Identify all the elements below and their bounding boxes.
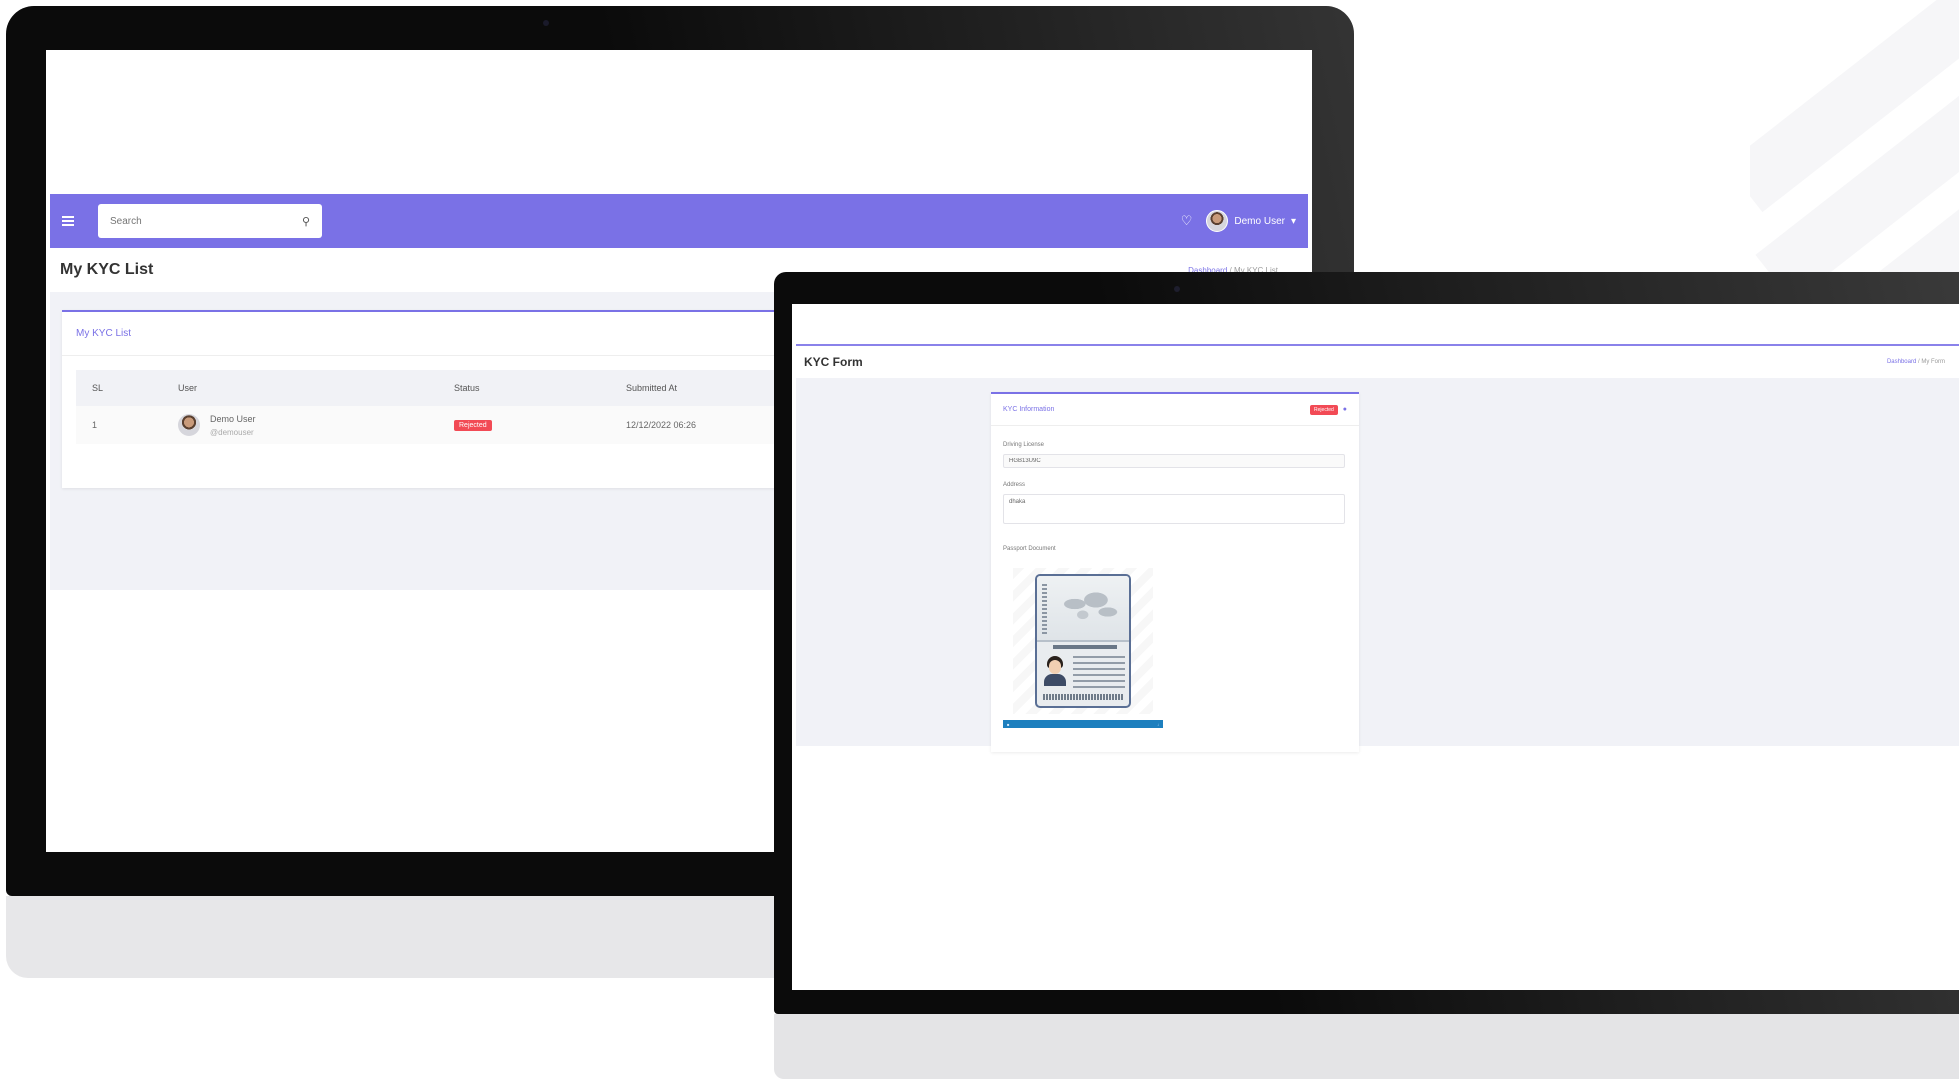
laptop-base	[774, 1014, 1959, 1079]
card-title: KYC Information	[1003, 406, 1055, 413]
row-user: Demo User @demouser	[178, 414, 454, 437]
bell-icon[interactable]: ♡	[1181, 213, 1193, 229]
navbar-right: ♡ Demo User ▾	[1181, 210, 1296, 232]
avatar	[178, 414, 200, 436]
laptop-screen: KYC Form Dashboard / My Form KYC Informa…	[792, 304, 1959, 990]
chevron-down-icon: ▾	[1290, 215, 1296, 227]
breadcrumb-dashboard[interactable]: Dashboard	[1887, 359, 1916, 365]
column-header-status: Status	[454, 383, 480, 393]
driving-license-label: Driving License	[1003, 442, 1045, 448]
column-header-user: User	[178, 383, 198, 393]
file-download-bar[interactable]: ■ ↓	[1003, 720, 1163, 728]
page-header: KYC Form Dashboard / My Form	[792, 346, 1959, 378]
menu-icon[interactable]	[62, 216, 74, 226]
row-user-handle: @demouser	[210, 427, 254, 437]
kyc-form-card: KYC Information Rejected ● Driving Licen…	[991, 392, 1359, 752]
download-icon: ↓	[1157, 721, 1159, 727]
card-tools: Rejected ●	[1310, 404, 1347, 415]
search-box: ⚲	[98, 204, 322, 238]
breadcrumb-current: My Form	[1921, 359, 1945, 365]
user-name: Demo User	[1234, 215, 1285, 227]
avatar	[1206, 210, 1229, 232]
user-menu[interactable]: Demo User ▾	[1206, 210, 1296, 232]
passport-photo-icon	[1043, 656, 1067, 686]
file-icon: ■	[1007, 721, 1010, 727]
row-sl: 1	[92, 420, 98, 430]
content-area: KYC Information Rejected ● Driving Licen…	[796, 378, 1959, 752]
status-badge: Rejected	[454, 420, 492, 431]
column-header-sl: SL	[92, 383, 104, 393]
passport-label: Passport Document	[1003, 546, 1056, 552]
row-user-name: Demo User	[210, 413, 256, 424]
search-icon[interactable]: ⚲	[302, 215, 310, 228]
search-input[interactable]	[110, 215, 270, 227]
page-title: KYC Form	[804, 355, 863, 369]
address-label: Address	[1003, 482, 1026, 488]
camera-icon	[543, 20, 549, 26]
row-status: Rejected	[454, 419, 626, 431]
world-map-icon	[1055, 586, 1121, 626]
driving-license-field[interactable]	[1003, 454, 1345, 468]
card-header: KYC Information Rejected ●	[991, 394, 1359, 426]
breadcrumb: Dashboard / My Form	[1887, 359, 1945, 365]
top-navbar: ⚲ ♡ Demo User ▾	[50, 194, 1308, 248]
status-badge: Rejected	[1310, 404, 1338, 415]
laptop: KYC Form Dashboard / My Form KYC Informa…	[774, 272, 1959, 1079]
passport-document	[1035, 574, 1131, 708]
page-title: My KYC List	[60, 261, 154, 278]
address-field[interactable]: dhaka	[1003, 494, 1345, 524]
passport-image[interactable]	[1013, 568, 1153, 714]
settings-icon[interactable]: ●	[1343, 406, 1347, 413]
camera-icon	[1174, 286, 1180, 292]
